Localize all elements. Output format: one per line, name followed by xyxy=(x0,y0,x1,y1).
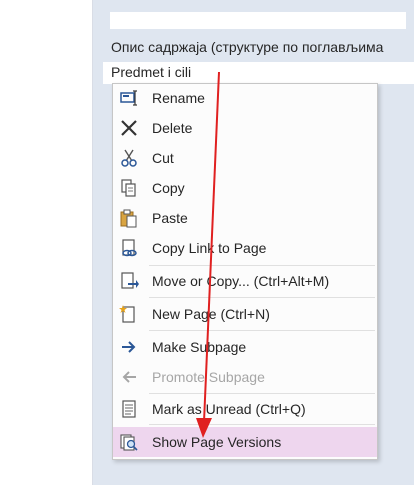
menu-item-promote-subpage: Promote Subpage xyxy=(113,363,377,391)
delete-icon xyxy=(121,120,137,136)
mark-unread-icon xyxy=(122,400,136,418)
paste-icon xyxy=(120,209,137,228)
menu-item-copy[interactable]: Copy xyxy=(113,174,377,202)
page-item-opis[interactable]: Опис садржаја (структуре по поглављима xyxy=(111,39,411,55)
arrow-left-icon xyxy=(122,371,136,383)
cut-icon xyxy=(121,149,137,167)
menu-label-make-subpage: Make Subpage xyxy=(152,339,247,355)
page-item-predmet-selected[interactable]: Predmet i cili xyxy=(103,62,414,84)
menu-item-rename[interactable]: Rename xyxy=(113,84,377,112)
menu-item-move-or-copy[interactable]: Move or Copy... (Ctrl+Alt+M) xyxy=(113,267,377,295)
context-menu: Rename Delete Cut Copy Paste Copy Link t… xyxy=(112,83,378,460)
menu-label-move-or-copy: Move or Copy... (Ctrl+Alt+M) xyxy=(152,273,330,289)
new-page-icon xyxy=(119,305,135,323)
menu-separator xyxy=(149,265,375,266)
menu-label-mark-unread: Mark as Unread (Ctrl+Q) xyxy=(152,401,306,417)
menu-label-rename: Rename xyxy=(152,90,205,106)
menu-separator xyxy=(149,330,375,331)
menu-item-show-page-versions[interactable]: Show Page Versions xyxy=(113,427,377,457)
menu-label-show-page-versions: Show Page Versions xyxy=(152,434,282,450)
menu-item-delete[interactable]: Delete xyxy=(113,114,377,142)
page-versions-icon xyxy=(120,434,138,451)
menu-separator xyxy=(149,297,375,298)
menu-label-delete: Delete xyxy=(152,120,193,136)
menu-separator xyxy=(149,424,375,425)
menu-item-new-page[interactable]: New Page (Ctrl+N) xyxy=(113,300,377,328)
menu-item-copy-link[interactable]: Copy Link to Page xyxy=(113,234,377,262)
link-icon xyxy=(122,239,137,257)
menu-item-paste[interactable]: Paste xyxy=(113,204,377,232)
menu-item-cut[interactable]: Cut xyxy=(113,144,377,172)
menu-item-make-subpage[interactable]: Make Subpage xyxy=(113,333,377,361)
arrow-right-icon xyxy=(122,341,136,353)
menu-label-copy: Copy xyxy=(152,180,185,196)
menu-item-mark-unread[interactable]: Mark as Unread (Ctrl+Q) xyxy=(113,395,377,423)
menu-separator xyxy=(149,393,375,394)
notebook-canvas xyxy=(0,0,92,485)
menu-label-promote-subpage: Promote Subpage xyxy=(152,369,265,385)
menu-label-copy-link: Copy Link to Page xyxy=(152,240,267,256)
menu-label-cut: Cut xyxy=(152,150,174,166)
copy-icon xyxy=(121,179,136,197)
move-copy-icon xyxy=(121,272,139,289)
page-list-blank-row[interactable] xyxy=(110,12,406,29)
menu-label-paste: Paste xyxy=(152,210,188,226)
rename-icon xyxy=(120,90,137,106)
menu-label-new-page: New Page (Ctrl+N) xyxy=(152,306,270,322)
